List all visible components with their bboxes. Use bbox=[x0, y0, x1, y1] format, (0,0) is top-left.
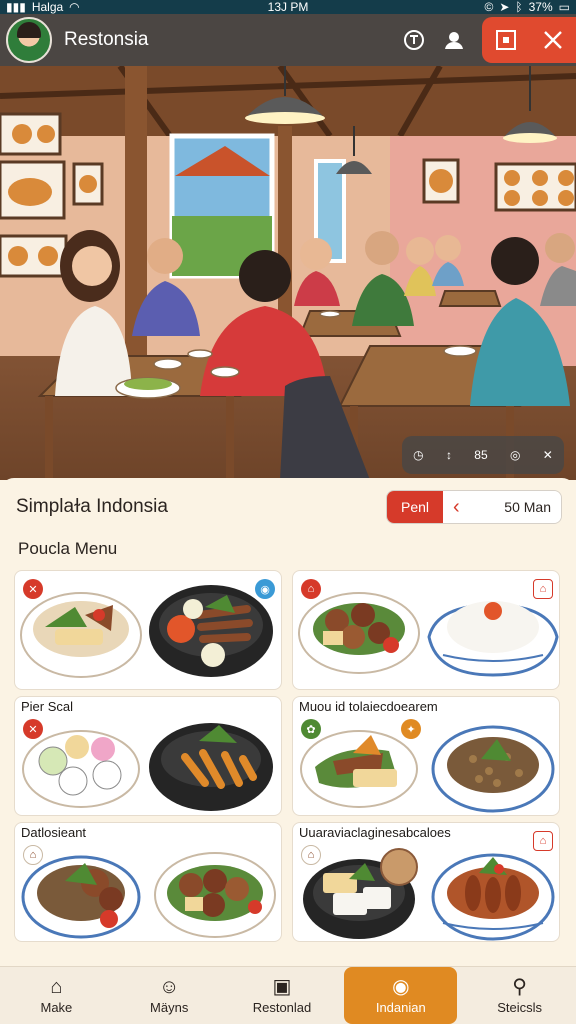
menu-card[interactable]: ⌂ ⌂ bbox=[292, 570, 560, 690]
carrier-name: Halga bbox=[31, 0, 64, 14]
cutlery-icon[interactable]: ✕ bbox=[543, 448, 553, 462]
home-icon: ⌂ bbox=[50, 976, 63, 998]
nav-item-indanian[interactable]: ◉ Indanian bbox=[344, 967, 458, 1024]
chef-icon: ◉ bbox=[392, 976, 410, 998]
person-icon: ⚲ bbox=[512, 976, 527, 998]
target-icon[interactable]: ◎ bbox=[510, 448, 520, 462]
section-title: Simplaɫa Indonsia bbox=[16, 496, 168, 517]
status-bar: ▮▮▮ Halga ◠ 13J PM © ➤ ᛒ 37% ▭ bbox=[0, 0, 576, 14]
menu-card[interactable]: Uuaraviaclaginesabcaloes ⌂ ⌂ bbox=[292, 822, 560, 942]
nav-item-steicsls[interactable]: ⚲ Steicsls bbox=[463, 967, 576, 1024]
signal-icon: ▮▮▮ bbox=[6, 0, 26, 14]
profile-icon[interactable] bbox=[434, 20, 474, 60]
nav-item-mayns[interactable]: ☺ Mäyns bbox=[113, 967, 226, 1024]
avatar[interactable] bbox=[6, 17, 52, 63]
filter-control[interactable]: Penl ‹ 50 Man bbox=[386, 490, 562, 524]
wifi-icon: ◠ bbox=[69, 0, 80, 14]
sync-icon: © bbox=[484, 0, 494, 14]
battery-level: 37% bbox=[528, 0, 553, 14]
nav-item-label: Mäyns bbox=[150, 1000, 189, 1015]
status-time: 13J PM bbox=[267, 0, 309, 14]
nav-item-label: Restonlad bbox=[252, 1000, 312, 1015]
menu-card[interactable]: Muou id tolaiecdoearem ✿ ✦ bbox=[292, 696, 560, 816]
menu-title: Poucla Menu bbox=[18, 539, 118, 558]
app-title: Restonsia bbox=[64, 29, 149, 50]
nav-item-restonlad[interactable]: ▣ Restonlad bbox=[226, 967, 339, 1024]
filter-label[interactable]: Penl bbox=[387, 491, 443, 523]
battery-icon: ▭ bbox=[558, 0, 570, 14]
window-restore-icon[interactable] bbox=[486, 20, 526, 60]
eye-badge-icon: ◉ bbox=[255, 579, 275, 599]
restaurant-scene-image: ◷ ↕ 85 ◎ ✕ bbox=[0, 66, 576, 480]
nav-item-label: Indanian bbox=[375, 1000, 426, 1015]
menu-card[interactable]: Datlosieant ⌂ bbox=[14, 822, 282, 942]
lock-badge-icon: ⌂ bbox=[533, 831, 553, 851]
video-controls-value: 85 bbox=[474, 448, 488, 462]
app-bar: Restonsia bbox=[0, 14, 576, 66]
location-icon: ➤ bbox=[499, 0, 510, 14]
nav-item-label: Steicsls bbox=[497, 1000, 542, 1015]
content-panel: Simplaɫa Indonsia Penl ‹ 50 Man Poucla M… bbox=[0, 478, 576, 966]
menu-card[interactable]: ✕ ◉ bbox=[14, 570, 282, 690]
clock-icon[interactable]: ◷ bbox=[413, 448, 423, 462]
timer-icon[interactable] bbox=[394, 20, 434, 60]
bluetooth-icon: ᛒ bbox=[515, 0, 523, 14]
nav-item-label: Make bbox=[40, 1000, 73, 1015]
vertical-arrows-icon[interactable]: ↕ bbox=[446, 448, 452, 462]
bag-icon: ▣ bbox=[272, 976, 292, 998]
menu-card[interactable]: Pier Scal ✕ bbox=[14, 696, 282, 816]
nav-item-make[interactable]: ⌂ Make bbox=[0, 967, 113, 1024]
face-icon: ☺ bbox=[158, 976, 180, 998]
filter-value: 50 Man bbox=[504, 499, 551, 515]
bottom-navigation: ⌂ Make ☺ Mäyns ▣ Restonlad ◉ Indanian ⚲ … bbox=[0, 966, 576, 1024]
window-controls bbox=[482, 17, 576, 63]
video-controls: ◷ ↕ 85 ◎ ✕ bbox=[402, 436, 564, 474]
lock-badge-icon: ⌂ bbox=[533, 579, 553, 599]
close-icon[interactable] bbox=[533, 20, 573, 60]
chevron-left-icon[interactable]: ‹ bbox=[453, 496, 460, 519]
